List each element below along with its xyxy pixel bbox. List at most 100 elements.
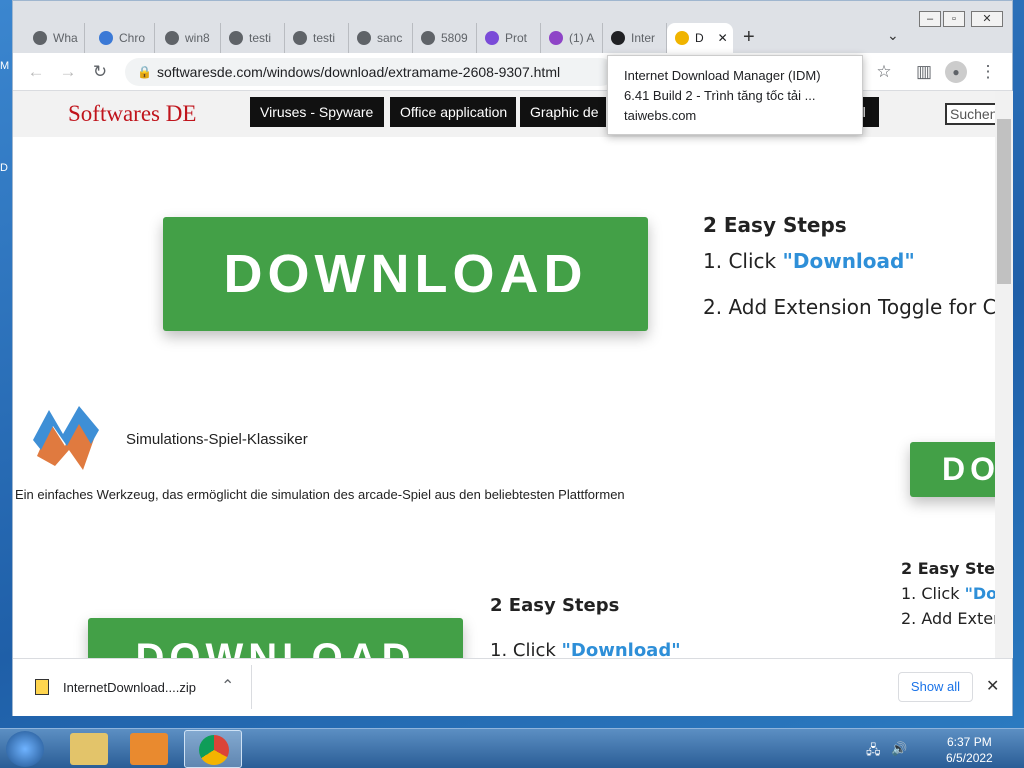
lower-step1-link[interactable]: "Download" (562, 640, 681, 658)
tab-label: sanc (377, 31, 403, 45)
chevron-up-icon[interactable]: ⌃ (221, 676, 234, 696)
side-panel-icon[interactable]: ▥ (913, 61, 935, 83)
download-button[interactable]: DOWNLOAD (163, 217, 648, 331)
clock[interactable]: 6:37 PM 6/5/2022 (946, 734, 993, 766)
new-tab-button[interactable]: + (743, 26, 755, 49)
side-download-button[interactable]: DO (910, 442, 995, 497)
steps-title: 2 Easy Steps (703, 213, 847, 237)
lower-steps: 2 Easy Steps 1. Click "Download" (490, 595, 681, 658)
tab-favicon-icon (99, 31, 113, 45)
tab-search-icon[interactable]: ⌄ (887, 27, 899, 44)
divider (251, 665, 252, 709)
app-description: Ein einfaches Werkzeug, das ermöglicht d… (15, 487, 625, 502)
clock-time: 6:37 PM (947, 735, 992, 749)
tab[interactable]: Wha (25, 23, 85, 53)
search-input[interactable]: Suchen (945, 103, 995, 125)
back-button[interactable]: ← (25, 61, 47, 83)
app-logo (33, 406, 99, 470)
nav-viruses[interactable]: Viruses - Spyware (250, 97, 384, 127)
hero-steps: 2 Easy Steps 1. Click "Download" 2. Add … (703, 213, 995, 319)
lock-icon: 🔒 (137, 65, 152, 79)
side-step1-link[interactable]: "Do (965, 584, 995, 603)
nav-office[interactable]: Office application (390, 97, 516, 127)
tooltip-subtitle: 6.41 Build 2 - Trình tăng tốc tải ... (624, 88, 816, 103)
close-icon[interactable]: ✕ (986, 676, 999, 696)
download-filename[interactable]: InternetDownload....zip (63, 680, 196, 695)
side-step2-text: 2. Add Exten (901, 609, 995, 628)
tab-label: win8 (185, 31, 210, 45)
chrome-taskbar-button[interactable] (184, 730, 242, 768)
tab-favicon-icon (229, 31, 243, 45)
tab-label: Inter (631, 31, 656, 45)
url-text: softwaresde.com/windows/download/extrama… (157, 64, 561, 80)
app-name: Simulations-Spiel-Klassiker (126, 431, 308, 448)
tab-label: Wha (53, 31, 78, 45)
close-window-button[interactable]: ✕ (971, 11, 1003, 27)
tab-favicon-icon (33, 31, 47, 45)
side-step1-text: 1. Click (901, 584, 965, 603)
site-brand[interactable]: Softwares DE (68, 101, 196, 127)
tab-label: testi (313, 31, 336, 45)
tab[interactable]: Chro (91, 23, 155, 53)
tab[interactable]: 5809 (413, 23, 477, 53)
taskbar: 🖧 🔊 6:37 PM 6/5/2022 (0, 728, 1024, 768)
tab-favicon-icon (165, 31, 179, 45)
volume-icon[interactable]: 🔊 (891, 741, 907, 757)
scrollbar-thumb[interactable] (997, 119, 1011, 284)
step2-text: 2. Add Extension Toggle for Cl (703, 295, 995, 319)
address-bar[interactable]: 🔒 softwaresde.com/windows/download/extram… (125, 58, 615, 86)
tab-hover-card: Internet Download Manager (IDM) 6.41 Bui… (607, 55, 863, 135)
minimize-button[interactable]: – (919, 11, 941, 27)
explorer-taskbar-icon[interactable] (70, 733, 108, 765)
tab[interactable]: Inter (603, 23, 667, 53)
side-steps-title: 2 Easy Steps (901, 559, 995, 578)
desktop-label: M (0, 60, 10, 72)
web-page: Softwares DE Viruses - Spyware Office ap… (13, 91, 995, 658)
tab-favicon-icon (675, 31, 689, 45)
tab[interactable]: Prot (477, 23, 541, 53)
step1-link[interactable]: "Download" (782, 249, 914, 273)
menu-icon[interactable]: ⋮ (977, 61, 999, 83)
tab[interactable]: D ✕ (667, 23, 733, 53)
page-scrollbar[interactable] (995, 91, 1013, 658)
media-player-taskbar-icon[interactable] (130, 733, 168, 765)
tab-label: testi (249, 31, 272, 45)
tab[interactable]: testi (285, 23, 349, 53)
tab-strip: – ▫ ✕ Wha Chro win8 testi testi sanc 5809 Prot (… (13, 1, 1012, 53)
profile-avatar[interactable]: ● (945, 61, 967, 83)
tab-favicon-icon (293, 31, 307, 45)
tab-label: 5809 (441, 31, 468, 45)
clock-date: 6/5/2022 (946, 751, 993, 765)
desktop-label: D (0, 162, 8, 174)
tab[interactable]: sanc (349, 23, 413, 53)
tab-label: D (695, 31, 704, 45)
nav-graphic[interactable]: Graphic de (520, 97, 606, 127)
tab-favicon-icon (485, 31, 499, 45)
bookmark-star-icon[interactable]: ☆ (873, 61, 895, 83)
close-tab-icon[interactable]: ✕ (718, 31, 728, 45)
tab-label: Chro (119, 31, 146, 45)
network-icon[interactable]: 🖧 (866, 741, 881, 763)
tab-favicon-icon (421, 31, 435, 45)
show-all-button[interactable]: Show all (898, 672, 973, 702)
reload-button[interactable]: ↻ (89, 61, 111, 83)
start-button[interactable] (6, 731, 44, 767)
step1-text: 1. Click (703, 249, 783, 273)
tab[interactable]: testi (221, 23, 285, 53)
tab[interactable]: (1) A (541, 23, 603, 53)
download-bar: InternetDownload....zip ⌃ Show all ✕ (13, 658, 1012, 716)
tab-favicon-icon (549, 31, 563, 45)
lower-download-button[interactable]: DOWNLOAD (88, 618, 463, 658)
browser-window: – ▫ ✕ Wha Chro win8 testi testi sanc 5809 Prot (… (12, 0, 1013, 716)
tab[interactable]: win8 (157, 23, 221, 53)
forward-button[interactable]: → (57, 61, 79, 83)
lower-steps-title: 2 Easy Steps (490, 595, 620, 616)
zip-file-icon (35, 679, 49, 695)
chrome-icon (199, 735, 229, 765)
restore-button[interactable]: ▫ (943, 11, 965, 27)
lower-step1-text: 1. Click (490, 640, 562, 658)
tooltip-domain: taiwebs.com (624, 108, 697, 123)
side-steps: 2 Easy Steps 1. Click "Do 2. Add Exten (901, 556, 995, 631)
tab-label: Prot (505, 31, 528, 45)
tab-label: (1) A (569, 31, 595, 45)
